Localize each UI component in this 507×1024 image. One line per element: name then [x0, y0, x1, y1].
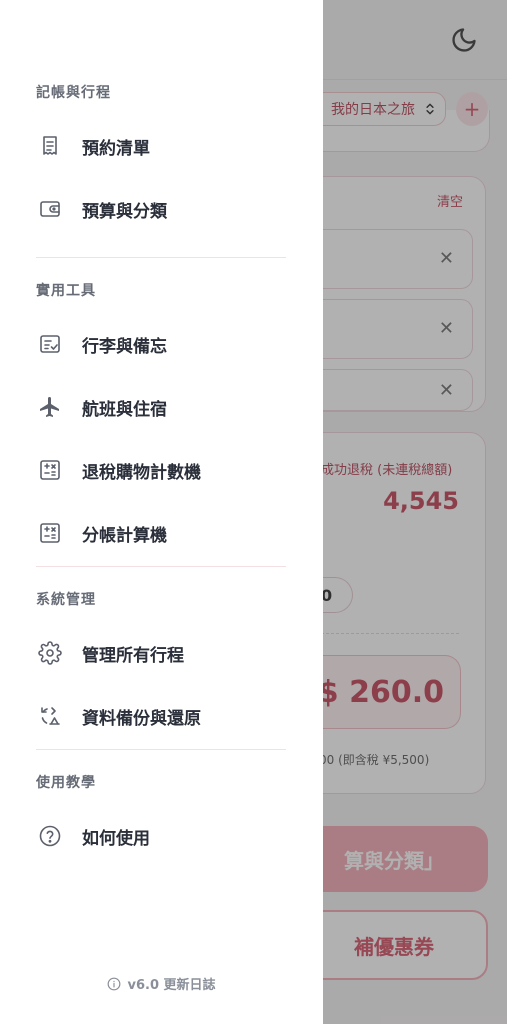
- gear-icon: [36, 639, 64, 667]
- menu-label: 分帳計算機: [82, 525, 167, 546]
- menu-label: 預約清單: [82, 138, 150, 159]
- section-title-ledger: 記帳與行程: [36, 85, 111, 101]
- menu-item-flights[interactable]: 航班與住宿: [24, 383, 304, 431]
- menu-item-tax-refund-calculator[interactable]: 退稅購物計數機: [24, 446, 304, 494]
- side-drawer: 記帳與行程 預約清單 預算與分類 實用工具 行李與備忘 航班與住宿 退稅購物計數…: [0, 0, 323, 1024]
- divider: [36, 566, 286, 567]
- menu-item-how-to-use[interactable]: 如何使用: [24, 812, 304, 860]
- menu-label: 資料備份與還原: [82, 708, 201, 729]
- changelog-link[interactable]: v6.0 更新日誌: [0, 974, 323, 993]
- menu-item-manage-trips[interactable]: 管理所有行程: [24, 629, 304, 677]
- menu-item-budget[interactable]: 預算與分類: [24, 185, 304, 233]
- calculator-icon: [36, 519, 64, 547]
- backup-restore-icon: [36, 702, 64, 730]
- section-title-tools: 實用工具: [36, 283, 96, 299]
- info-icon: [108, 977, 121, 990]
- menu-label: 預算與分類: [82, 201, 167, 222]
- menu-item-split-calculator[interactable]: 分帳計算機: [24, 509, 304, 557]
- menu-label: 管理所有行程: [82, 645, 184, 666]
- section-title-tutorial: 使用教學: [36, 775, 96, 791]
- checklist-icon: [36, 330, 64, 358]
- menu-item-reservations[interactable]: 預約清單: [24, 122, 304, 170]
- version-label: v6.0 更新日誌: [127, 978, 216, 993]
- receipt-icon: [36, 132, 64, 160]
- menu-label: 航班與住宿: [82, 399, 167, 420]
- menu-item-luggage[interactable]: 行李與備忘: [24, 320, 304, 368]
- divider: [36, 749, 286, 750]
- menu-label: 退稅購物計數機: [82, 462, 201, 483]
- menu-item-backup-restore[interactable]: 資料備份與還原: [24, 692, 304, 740]
- divider: [36, 257, 286, 258]
- calculator-icon: [36, 456, 64, 484]
- wallet-icon: [36, 195, 64, 223]
- menu-label: 行李與備忘: [82, 336, 167, 357]
- help-circle-icon: [36, 822, 64, 850]
- section-title-system: 系統管理: [36, 592, 96, 608]
- menu-label: 如何使用: [82, 828, 150, 849]
- plane-icon: [36, 393, 64, 421]
